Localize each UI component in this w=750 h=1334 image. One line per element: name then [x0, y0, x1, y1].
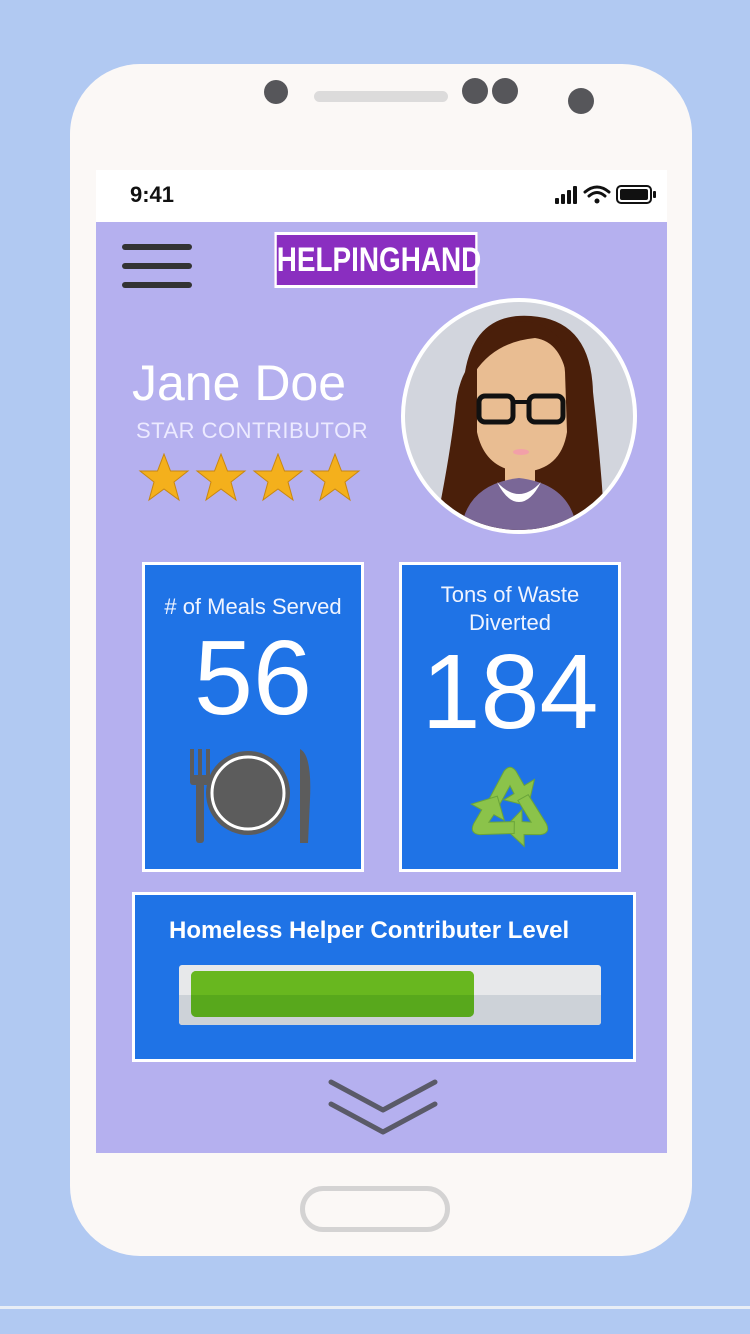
waste-diverted-value: 184 [421, 633, 599, 751]
rating-stars [138, 453, 361, 502]
contributor-level-progress [179, 965, 601, 1025]
contributor-level-title: Homeless Helper Contributer Level [169, 917, 570, 944]
status-time: 9:41 [130, 182, 175, 207]
plate-cutlery-icon [190, 749, 311, 843]
star-icon [195, 453, 247, 502]
camera-dot [492, 78, 518, 104]
app-screen: 9:41 HELPINGHAND Jane Doe STAR CONTRIBUT… [96, 170, 667, 1153]
star-icon [138, 453, 190, 502]
status-icons [555, 185, 656, 204]
speaker-grille [314, 91, 448, 102]
sensor-dot [264, 80, 288, 104]
wifi-icon [583, 185, 611, 204]
camera-dot [462, 78, 488, 104]
star-icon [252, 453, 304, 502]
profile-rank: STAR CONTRIBUTOR [136, 418, 369, 443]
bottom-divider [0, 1306, 750, 1309]
phone-frame: 9:41 HELPINGHAND Jane Doe STAR CONTRIBUT… [70, 64, 692, 1256]
meals-served-label: # of Meals Served [164, 594, 342, 619]
avatar[interactable] [401, 298, 637, 534]
hamburger-icon [122, 263, 192, 269]
star-icon [309, 453, 361, 502]
hamburger-icon [122, 244, 192, 250]
recycle-icon [470, 766, 549, 848]
app-logo: HELPINGHAND [274, 232, 481, 288]
progress-fill [191, 971, 474, 1017]
battery-icon [616, 185, 656, 204]
scroll-down-icon[interactable] [327, 1078, 439, 1140]
avatar-illustration [435, 315, 605, 530]
hamburger-icon [122, 282, 192, 288]
signal-icon [555, 186, 577, 204]
waste-diverted-card[interactable]: Tons of Waste Diverted 184 [399, 562, 621, 872]
home-button[interactable] [300, 1186, 450, 1232]
menu-button[interactable] [122, 244, 194, 290]
waste-diverted-label: Tons of Waste Diverted [440, 582, 580, 635]
meals-served-card[interactable]: # of Meals Served 56 [142, 562, 364, 872]
meals-served-value: 56 [194, 619, 312, 737]
profile-name: Jane Doe [132, 355, 347, 411]
contributor-level-card[interactable]: Homeless Helper Contributer Level [132, 892, 636, 1062]
front-camera [568, 88, 594, 114]
status-bar: 9:41 [96, 170, 667, 222]
